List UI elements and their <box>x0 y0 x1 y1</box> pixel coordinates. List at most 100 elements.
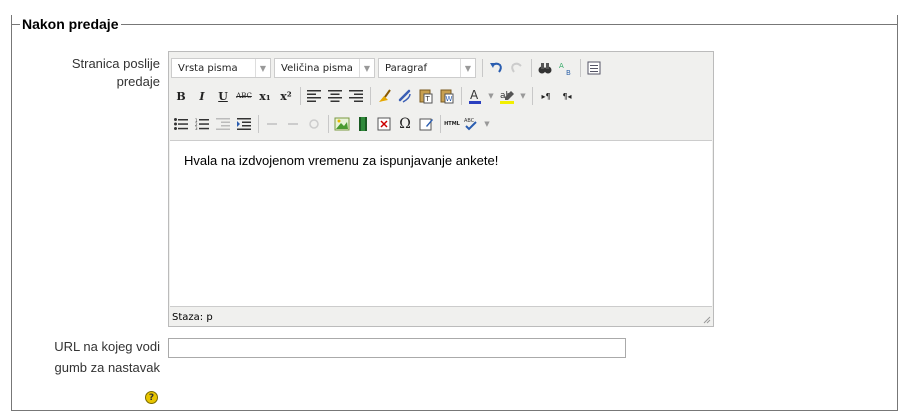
highlight-color-button[interactable]: ab <box>497 86 517 106</box>
italic-button[interactable]: I <box>192 86 212 106</box>
fullscreen-button[interactable] <box>584 58 604 78</box>
continue-url-label-line1: URL na kojeg vodi <box>54 339 160 354</box>
insert-image-button[interactable] <box>332 114 352 134</box>
numbered-list-button[interactable]: 123 <box>192 114 212 134</box>
strikethrough-button[interactable]: ABC <box>234 86 254 106</box>
undo-icon <box>490 62 502 73</box>
svg-text:ABC: ABC <box>464 118 475 124</box>
spellcheck-icon: ABC <box>464 118 477 131</box>
submit-page-label-line2: predaje <box>116 74 160 89</box>
toolbar-separator <box>258 115 259 133</box>
format-select[interactable]: Paragraf ▼ <box>378 58 476 78</box>
unlink-button[interactable] <box>395 86 415 106</box>
find-button[interactable] <box>535 58 555 78</box>
paste-text-icon: T <box>419 89 433 104</box>
fullscreen-icon <box>587 61 601 75</box>
continue-url-label: URL na kojeg vodi gumb za nastavak <box>20 338 160 377</box>
ltr-button[interactable]: ▸¶ <box>536 86 556 106</box>
redo-button[interactable] <box>507 58 527 78</box>
svg-text:W: W <box>446 95 453 103</box>
toolbar-separator <box>440 115 441 133</box>
nolink-button[interactable] <box>374 114 394 134</box>
svg-text:3: 3 <box>195 126 198 130</box>
continue-url-label-line2: gumb za nastavak <box>54 360 160 375</box>
text-color-button[interactable]: A <box>465 86 485 106</box>
highlight-icon: ab <box>500 91 514 104</box>
film-icon <box>359 117 367 131</box>
align-left-button[interactable] <box>304 86 324 106</box>
toolbar-separator <box>482 59 483 77</box>
fieldset-legend: Nakon predaje <box>20 16 122 32</box>
unlink-disabled-button[interactable] <box>283 114 303 134</box>
editor-content-area[interactable]: Hvala na izdvojenom vremenu za ispunjava… <box>170 140 712 307</box>
replace-icon: AB <box>559 62 571 76</box>
svg-text:A: A <box>470 88 479 102</box>
toolbar-separator <box>328 115 329 133</box>
anchor-icon <box>309 119 319 129</box>
numbered-list-icon: 123 <box>195 118 209 130</box>
edit-icon <box>419 118 433 131</box>
align-center-icon <box>328 90 342 102</box>
subscript-button[interactable]: x₁ <box>255 86 275 106</box>
superscript-button[interactable]: x² <box>276 86 296 106</box>
special-char-button[interactable]: Ω <box>395 114 415 134</box>
underline-button[interactable]: U <box>213 86 233 106</box>
unlink-icon <box>398 89 411 103</box>
cleanup-button[interactable] <box>374 86 394 106</box>
rtl-button[interactable]: ¶◂ <box>557 86 577 106</box>
svg-text:T: T <box>425 95 431 103</box>
unlink-icon <box>288 123 298 125</box>
text-color-icon: A <box>469 88 481 104</box>
undo-button[interactable] <box>486 58 506 78</box>
toolbar-separator <box>370 87 371 105</box>
image-icon <box>334 117 350 131</box>
font-size-select[interactable]: Veličina pisma ▼ <box>274 58 375 78</box>
toolbar-separator <box>580 59 581 77</box>
insert-media-button[interactable] <box>353 114 373 134</box>
help-icon[interactable]: ? <box>145 391 158 404</box>
bullet-list-icon <box>174 118 188 130</box>
indent-button[interactable] <box>234 114 254 134</box>
chevron-down-icon[interactable]: ▼ <box>486 86 496 106</box>
chevron-down-icon[interactable]: ▼ <box>518 86 528 106</box>
toolbar-separator <box>532 87 533 105</box>
continue-url-input[interactable] <box>168 338 626 358</box>
broom-icon <box>379 89 391 102</box>
bullet-list-button[interactable] <box>171 114 191 134</box>
editor-content-text: Hvala na izdvojenom vremenu za ispunjava… <box>184 153 499 168</box>
submit-page-label: Stranica poslije predaje <box>40 55 160 91</box>
format-select-value: Paragraf <box>385 62 428 74</box>
paste-word-icon: W <box>440 89 454 104</box>
chevron-down-icon[interactable]: ▼ <box>482 114 492 134</box>
outdent-icon <box>216 118 230 130</box>
align-left-icon <box>307 90 321 102</box>
resize-handle-icon[interactable] <box>703 316 711 324</box>
redo-icon <box>511 62 522 73</box>
edit-button[interactable] <box>416 114 436 134</box>
svg-text:A: A <box>559 62 564 70</box>
align-center-button[interactable] <box>325 86 345 106</box>
paste-word-button[interactable]: W <box>437 86 457 106</box>
nolink-icon <box>377 117 391 131</box>
link-button[interactable] <box>262 114 282 134</box>
svg-text:B: B <box>566 69 571 76</box>
font-family-select[interactable]: Vrsta pisma ▼ <box>171 58 271 78</box>
spellcheck-button[interactable]: ABC <box>461 114 481 134</box>
align-right-button[interactable] <box>346 86 366 106</box>
toolbar-row-2: B I U ABC x₁ x² T W A ▼ ab ▼ ▸¶ ¶◂ <box>171 84 578 108</box>
rich-text-editor: Vrsta pisma ▼ Veličina pisma ▼ Paragraf … <box>168 51 714 327</box>
link-icon <box>267 123 277 125</box>
paste-text-button[interactable]: T <box>416 86 436 106</box>
outdent-button[interactable] <box>213 114 233 134</box>
toolbar-separator <box>461 87 462 105</box>
anchor-button[interactable] <box>304 114 324 134</box>
html-source-button[interactable]: HTML <box>444 114 460 134</box>
bold-button[interactable]: B <box>171 86 191 106</box>
binoculars-icon <box>538 63 552 74</box>
replace-button[interactable]: AB <box>556 58 576 78</box>
chevron-down-icon: ▼ <box>359 59 374 77</box>
font-family-select-value: Vrsta pisma <box>178 62 238 74</box>
toolbar-row-3: 123 Ω HTML ABC ▼ <box>171 112 493 136</box>
submit-page-label-line1: Stranica poslije <box>71 56 160 71</box>
editor-path-status: Staza: p <box>172 312 213 323</box>
